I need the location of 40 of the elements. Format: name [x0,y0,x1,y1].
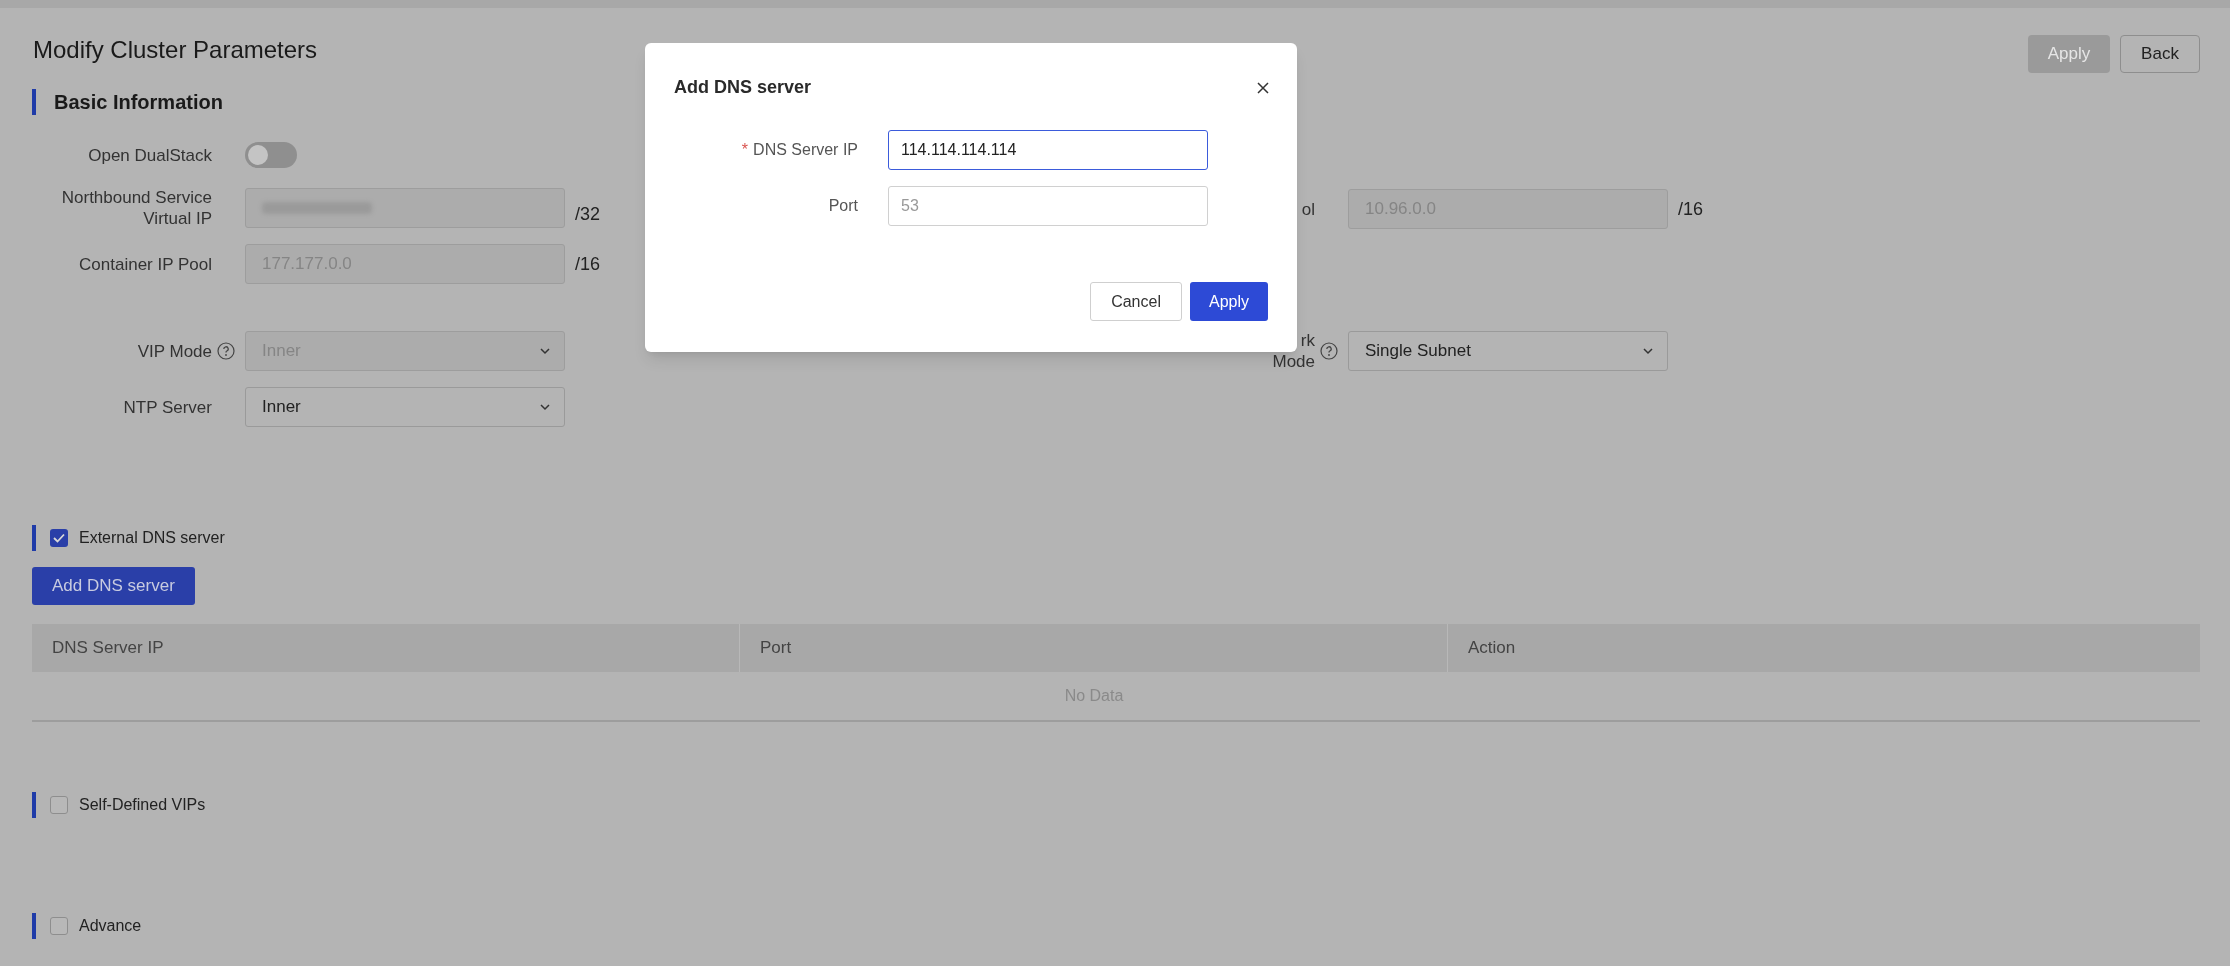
field-label: Open DualStack [88,144,212,166]
dialog-button[interactable]: Cancel [1090,282,1182,321]
column-header: Port [740,624,1448,672]
add-dns-server-button[interactable]: Add DNS server [32,567,195,605]
input-field[interactable]: 114.114.114.114 [888,130,1208,170]
section-marker [32,525,36,551]
close-icon [1256,80,1270,95]
column-header: DNS Server IP [32,624,740,672]
section-marker [32,913,36,939]
required-mark: * [741,140,749,160]
checkbox[interactable] [50,796,68,814]
mask-suffix: /16 [575,252,601,276]
check-icon [53,533,65,543]
dialog-title: Add DNS server [674,76,812,99]
action-button[interactable]: Back [2120,35,2200,73]
page-title: Modify Cluster Parameters [33,35,318,65]
field-label: ol [1301,198,1315,220]
input-field[interactable]: 53 [888,186,1208,226]
toggle-switch[interactable] [245,142,297,168]
field-label: rk Mode [1272,330,1315,372]
field-label: Northbound Service Virtual IP [61,187,212,229]
checkbox[interactable] [50,917,68,935]
section-marker [32,792,36,818]
checkbox-label: Self-Defined VIPs [79,795,206,815]
field-label: DNS Server IP [753,140,858,160]
mask-suffix: /16 [1678,197,1704,221]
field-label: NTP Server [123,396,212,418]
mask-suffix: /32 [575,203,601,226]
select-field[interactable]: Inner [245,387,565,427]
field-label: Container IP Pool [79,253,212,275]
checkbox-label: External DNS server [79,528,225,548]
dialog-button[interactable]: Apply [1189,282,1268,321]
checkbox-label: Advance [79,916,142,936]
field-label: Port [828,196,858,216]
checkbox[interactable] [50,529,68,547]
column-header: Action [1467,637,1517,660]
select-field[interactable]: Single Subnet [1348,331,1668,371]
field-label: VIP Mode [137,340,212,362]
section-marker [32,89,36,115]
section-heading: Basic Information [54,90,223,115]
